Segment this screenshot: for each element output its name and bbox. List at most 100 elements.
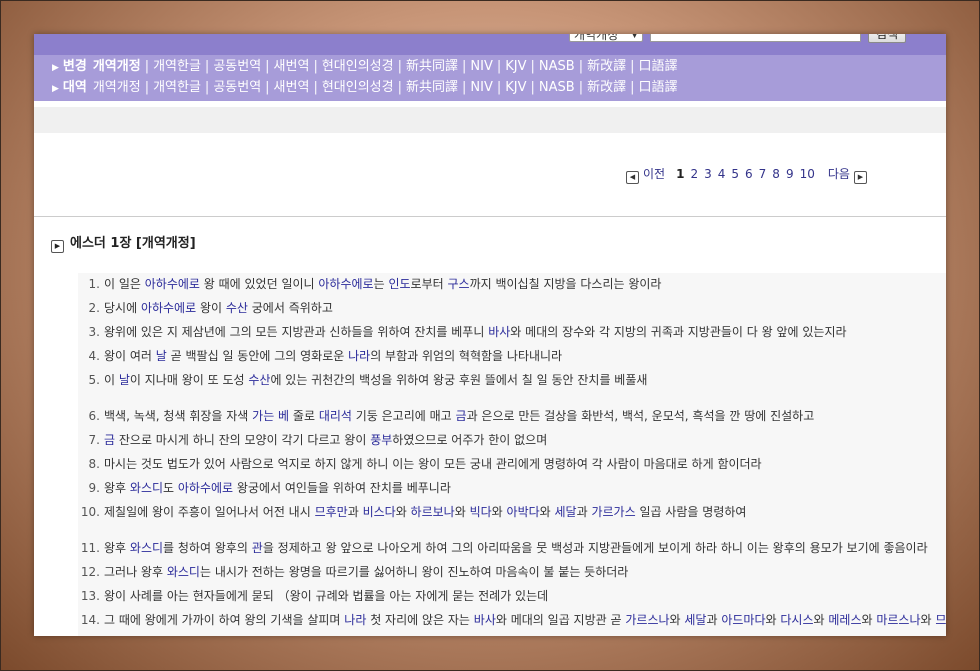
verse-number: 8.: [88, 457, 100, 471]
dictionary-link[interactable]: 아하수에로: [141, 301, 196, 315]
dictionary-link[interactable]: 바사: [474, 613, 496, 627]
page-number-link[interactable]: 3: [704, 167, 712, 181]
dictionary-link[interactable]: 메레스: [828, 613, 861, 627]
verse-text: 궁에서 즉위하고: [247, 301, 333, 315]
version-link[interactable]: NASB: [539, 59, 575, 74]
page-number-link[interactable]: 5: [731, 167, 739, 181]
version-separator: |: [144, 80, 150, 95]
search-scope-select[interactable]: 개역개정 ▼: [569, 34, 643, 42]
dictionary-link[interactable]: 와스디: [130, 541, 163, 555]
version-link[interactable]: 현대인의성경: [322, 59, 394, 74]
page-number-link[interactable]: 9: [786, 167, 794, 181]
verse-row: 11. 왕후 와스디를 청하여 왕후의 관을 정제하고 왕 앞으로 나아오게 하여…: [78, 539, 928, 557]
version-link[interactable]: 새번역: [274, 59, 310, 74]
version-link[interactable]: 新改譯: [587, 80, 626, 95]
verse-number: 3.: [88, 325, 100, 339]
verse-row: 6. 백색, 녹색, 청색 휘장을 자색 가는 베 줄로 대리석 기둥 은고리에 …: [78, 407, 815, 425]
version-link[interactable]: 新改譯: [587, 59, 626, 74]
dictionary-link[interactable]: 다시스: [780, 613, 813, 627]
dictionary-link[interactable]: 므후만: [315, 505, 348, 519]
version-link[interactable]: NIV: [470, 59, 492, 74]
dictionary-link[interactable]: 나라: [348, 349, 370, 363]
dictionary-link[interactable]: 나라: [344, 613, 366, 627]
verse-text: 왕후: [104, 541, 130, 555]
dictionary-link[interactable]: 가르가스: [591, 505, 635, 519]
search-button[interactable]: 검색: [868, 34, 906, 43]
version-link[interactable]: 공동번역: [213, 80, 261, 95]
verse-text: 는: [373, 277, 389, 291]
version-link[interactable]: 新共同譯: [406, 80, 458, 95]
version-link[interactable]: 공동번역: [213, 59, 261, 74]
dictionary-link[interactable]: 하르보나: [411, 505, 455, 519]
version-link[interactable]: 口語譯: [638, 80, 677, 95]
verse-text: 왕이 사례를 아는 현자들에게 묻되 （왕이 규례와 법률을 아는 자에게 묻는…: [104, 589, 549, 603]
dictionary-link[interactable]: 세달: [684, 613, 706, 627]
dictionary-link[interactable]: 금: [104, 433, 115, 447]
verse-text: 는 내시가 전하는 왕명을 따르기를 싫어하니 왕이 진노하여 마음속이 불 붙…: [199, 565, 629, 579]
page-number-link[interactable]: 4: [718, 167, 726, 181]
version-link[interactable]: NASB: [539, 80, 575, 95]
dictionary-link[interactable]: 와스디: [167, 565, 200, 579]
verse-text: 에 있는 귀천간의 백성을 위하여 왕궁 후원 뜰에서 칠 일 동안 잔치를 베…: [270, 373, 648, 387]
dictionary-link[interactable]: 수산: [248, 373, 270, 387]
page-number-link[interactable]: 1: [676, 167, 684, 181]
version-bar: ▶ 변경 개역개정 | 개역한글 | 공동번역 | 새번역 | 현대인의성경 | 新共同譯 | NIV | KJ…: [34, 55, 946, 101]
version-link[interactable]: 개역개정: [93, 59, 141, 74]
version-link[interactable]: 新共同譯: [406, 59, 458, 74]
verse-text: 마시는 것도 법도가 있어 사람으로 억지로 하지 않게 하니 이는 왕이 모든…: [104, 457, 762, 471]
version-link[interactable]: 새번역: [274, 80, 310, 95]
page-number-link[interactable]: 6: [745, 167, 753, 181]
dictionary-link[interactable]: 날: [119, 373, 130, 387]
page-number-link[interactable]: 8: [772, 167, 780, 181]
dictionary-link[interactable]: 날: [156, 349, 167, 363]
dictionary-link[interactable]: 구스: [447, 277, 469, 291]
version-link[interactable]: KJV: [505, 59, 526, 74]
verse-row: 9. 왕후 와스디도 아하수에로 왕궁에서 여인들을 위하여 잔치를 베푸니라: [78, 479, 451, 497]
version-link[interactable]: KJV: [505, 80, 526, 95]
dictionary-link[interactable]: 아하수에로: [178, 481, 233, 495]
verse-text: 이: [104, 373, 119, 387]
dictionary-link[interactable]: 가는 베: [252, 409, 289, 423]
dictionary-link[interactable]: 아드마다: [721, 613, 765, 627]
dictionary-link[interactable]: 가르스나: [625, 613, 669, 627]
dictionary-link[interactable]: 아하수에로: [145, 277, 200, 291]
dictionary-link[interactable]: 인도: [388, 277, 410, 291]
dictionary-link[interactable]: 빅다: [470, 505, 492, 519]
dictionary-link[interactable]: 와스디: [130, 481, 163, 495]
dictionary-link[interactable]: 대리석: [319, 409, 352, 423]
page-number-link[interactable]: 7: [759, 167, 767, 181]
next-page-link[interactable]: 다음: [828, 167, 850, 181]
dictionary-link[interactable]: 므무간: [935, 613, 946, 627]
dictionary-link[interactable]: 아박다: [507, 505, 540, 519]
version-link[interactable]: 口語譯: [638, 59, 677, 74]
verse-row: 3. 왕위에 있은 지 제삼년에 그의 모든 지방관과 신하들을 위하여 잔치를 …: [78, 323, 847, 341]
version-link[interactable]: 개역개정: [93, 80, 141, 95]
dictionary-link[interactable]: 바사: [488, 325, 510, 339]
verse-row: 7. 금 잔으로 마시게 하니 잔의 모양이 각기 다르고 왕이 풍부하였으므로 …: [78, 431, 548, 449]
verse-text: 왕 때에 있었던 일이니: [199, 277, 319, 291]
verse-text: 와: [539, 505, 555, 519]
dictionary-link[interactable]: 아하수에로: [318, 277, 373, 291]
dictionary-link[interactable]: 관: [252, 541, 263, 555]
next-arrow-icon[interactable]: ▶: [853, 171, 867, 184]
dictionary-link[interactable]: 수산: [226, 301, 248, 315]
prev-page-link[interactable]: 이전: [643, 167, 665, 181]
toolbar-band: [34, 107, 946, 133]
dictionary-link[interactable]: 금: [456, 409, 467, 423]
dictionary-link[interactable]: 풍부: [370, 433, 392, 447]
triangle-right-icon: ▶: [51, 240, 64, 253]
verse-text: 잔으로 마시게 하니 잔의 모양이 각기 다르고 왕이: [115, 433, 371, 447]
prev-arrow-icon[interactable]: ◀: [626, 171, 639, 184]
dictionary-link[interactable]: 세달: [555, 505, 577, 519]
page-number-link[interactable]: 10: [800, 167, 815, 181]
version-separator: |: [462, 80, 467, 95]
search-input[interactable]: [650, 34, 861, 42]
version-link[interactable]: 개역한글: [153, 80, 201, 95]
dictionary-link[interactable]: 비스다: [363, 505, 396, 519]
verse-number: 13.: [80, 589, 100, 603]
version-link[interactable]: 개역한글: [153, 59, 201, 74]
version-link[interactable]: NIV: [470, 80, 492, 95]
dictionary-link[interactable]: 마르스나: [876, 613, 920, 627]
page-number-link[interactable]: 2: [690, 167, 698, 181]
version-link[interactable]: 현대인의성경: [322, 80, 394, 95]
